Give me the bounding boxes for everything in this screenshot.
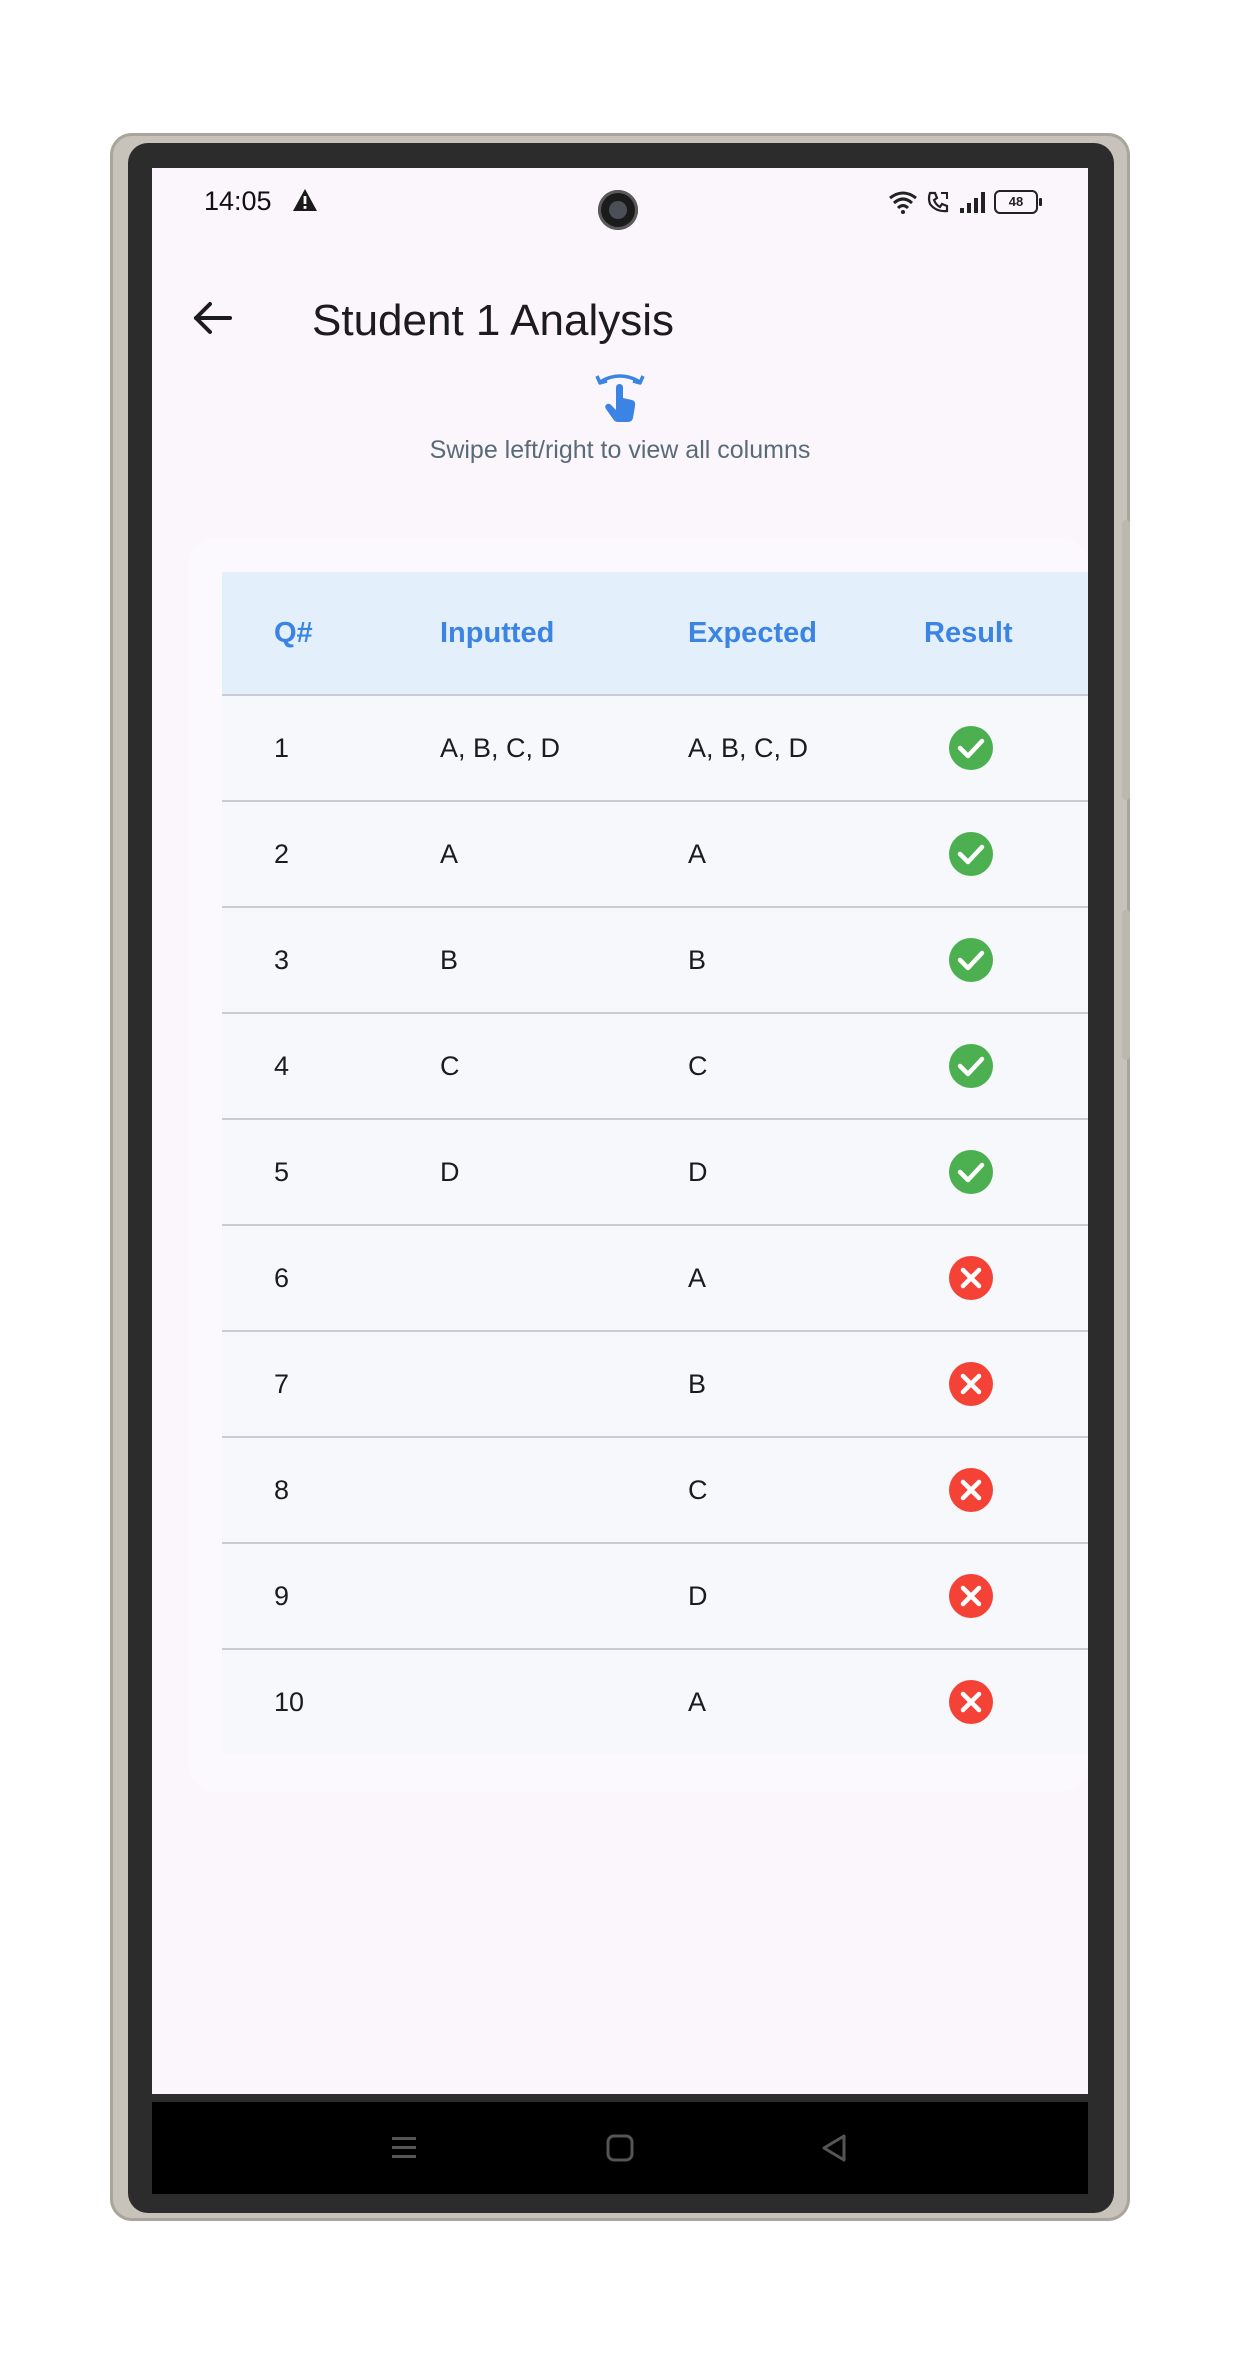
table-row: 9D — [222, 1544, 1088, 1650]
header-q: Q# — [274, 617, 313, 649]
table-row: 3 B B — [222, 908, 1088, 1014]
check-circle-icon — [949, 1150, 993, 1194]
cancel-circle-icon — [949, 1468, 993, 1512]
cell-expected: D — [688, 1157, 708, 1187]
cell-q: 10 — [274, 1687, 305, 1717]
call-icon — [927, 191, 949, 213]
table-header: Q# Inputted Expected Result — [222, 572, 1088, 696]
cell-inputted: B — [440, 945, 459, 975]
table-row: 1 A, B, C, D A, B, C, D — [222, 696, 1088, 802]
app-bar: Student 1 Analysis — [152, 258, 1088, 378]
swipe-hint-text: Swipe left/right to view all columns — [429, 436, 811, 464]
analysis-table[interactable]: Q# Inputted Expected Result 1 A, B, C, D A… — [222, 572, 1088, 1754]
wifi-icon — [889, 191, 917, 214]
recents-icon[interactable] — [380, 2124, 428, 2172]
power-button — [1122, 910, 1130, 1060]
cell-q: 3 — [274, 945, 290, 975]
cancel-circle-icon — [949, 1574, 993, 1618]
cancel-circle-icon — [949, 1362, 993, 1406]
cell-inputted: A, B, C, D — [440, 733, 561, 763]
check-circle-icon — [949, 938, 993, 982]
swipe-hint: Swipe left/right to view all columns — [152, 368, 1088, 465]
status-icons: 48 — [888, 188, 1042, 216]
cell-expected: C — [688, 1051, 708, 1081]
cell-q: 1 — [274, 733, 290, 763]
cell-inputted: C — [440, 1051, 460, 1081]
cell-q: 4 — [274, 1051, 290, 1081]
cell-expected: D — [688, 1581, 708, 1611]
status-time: 14:05 — [204, 186, 272, 216]
check-circle-icon — [949, 832, 993, 876]
table-row: 8C — [222, 1438, 1088, 1544]
cell-q: 2 — [274, 839, 290, 869]
table-body: 1 A, B, C, D A, B, C, D2AA3BB4CC5DD6A7B8C9… — [222, 696, 1088, 1754]
cancel-circle-icon — [949, 1256, 993, 1300]
table-row: 5 D D — [222, 1120, 1088, 1226]
cell-inputted: D — [440, 1157, 460, 1187]
status-bar: 14:05 48 — [152, 168, 1088, 238]
page-title: Student 1 Analysis — [312, 296, 675, 345]
cell-q: 5 — [274, 1157, 290, 1187]
cell-q: 6 — [274, 1263, 290, 1293]
battery-icon: 48 — [994, 190, 1042, 214]
cell-expected: B — [688, 945, 707, 975]
cell-expected: A — [688, 1687, 707, 1717]
cell-q: 7 — [274, 1369, 290, 1399]
arrow-left-icon[interactable] — [190, 296, 234, 340]
check-circle-icon — [949, 1044, 993, 1088]
cell-expected: C — [688, 1475, 708, 1505]
front-camera — [598, 190, 638, 230]
warning-icon — [293, 189, 317, 211]
table-row: 4 C C — [222, 1014, 1088, 1120]
volume-button — [1122, 520, 1130, 800]
cell-expected: A — [688, 1263, 707, 1293]
navigation-bar — [152, 2102, 1088, 2194]
cell-expected: A — [688, 839, 707, 869]
table-row: 7B — [222, 1332, 1088, 1438]
cell-inputted: A — [440, 839, 459, 869]
cell-expected: B — [688, 1369, 707, 1399]
back-icon[interactable] — [810, 2124, 858, 2172]
header-inputted: Inputted — [440, 617, 555, 649]
table-row: 6A — [222, 1226, 1088, 1332]
header-expected: Expected — [688, 617, 817, 649]
header-result: Result — [924, 617, 1013, 649]
check-circle-icon — [949, 726, 993, 770]
cell-expected: A, B, C, D — [688, 733, 809, 763]
table-row: 2 A A — [222, 802, 1088, 908]
cell-q: 8 — [274, 1475, 290, 1505]
signal-icon — [960, 192, 985, 213]
cancel-circle-icon — [949, 1680, 993, 1724]
cell-q: 9 — [274, 1581, 290, 1611]
home-icon[interactable] — [596, 2124, 644, 2172]
swipe-icon — [595, 374, 645, 422]
table-row: 10 A — [222, 1650, 1088, 1754]
